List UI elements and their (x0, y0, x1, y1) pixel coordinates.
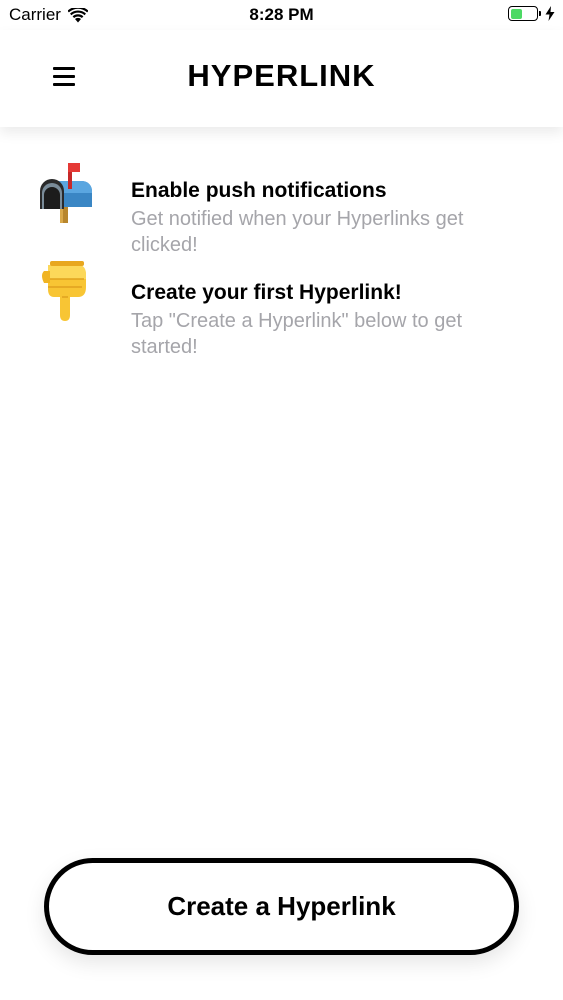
nav-header: HYPERLINK (0, 30, 563, 127)
battery-level-fill (510, 8, 522, 19)
item-subtitle: Get notified when your Hyperlinks get cl… (131, 208, 464, 256)
create-hyperlink-button[interactable]: Create a Hyperlink (44, 858, 519, 955)
item-title: Create your first Hyperlink! (131, 281, 402, 304)
battery-indicator (508, 6, 555, 21)
mailbox-flag-up-icon (40, 163, 92, 223)
clock: 8:28 PM (249, 5, 314, 24)
item-subtitle: Tap "Create a Hyperlink" below to get st… (131, 310, 463, 358)
status-bar: Carrier 8:28 PM (0, 0, 563, 30)
app-title: HYPERLINK (187, 58, 376, 93)
battery-icon (508, 6, 541, 21)
charging-bolt-icon (545, 6, 555, 21)
pointing-down-hand-icon (42, 261, 86, 321)
item-title: Enable push notifications (131, 179, 387, 202)
